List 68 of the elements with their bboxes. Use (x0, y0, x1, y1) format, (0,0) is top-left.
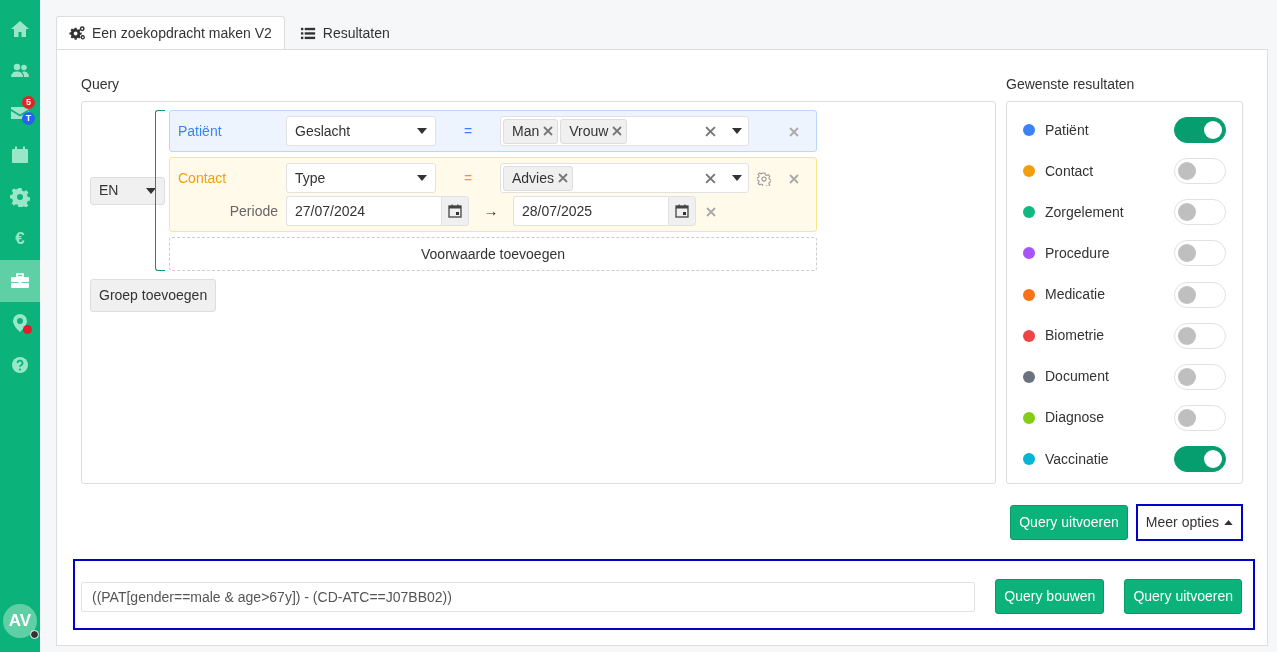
section-label: Gewenste resultaten (1006, 75, 1136, 94)
caret-down-icon (417, 128, 427, 134)
settings-icon[interactable] (757, 171, 771, 186)
date-field[interactable]: 27/07/2024 (286, 196, 441, 226)
caret-down-icon (732, 128, 742, 134)
result-label: Contact (1045, 161, 1095, 181)
close-icon[interactable] (789, 173, 799, 184)
value-multiselect[interactable]: Man Vrouw (500, 116, 749, 146)
add-group-button[interactable]: Groep toevoegen (90, 279, 217, 312)
gears-icon (69, 25, 86, 42)
tab[interactable]: Resultaten (286, 16, 403, 50)
list-icon (299, 25, 317, 42)
clear-icon[interactable] (705, 172, 716, 184)
caret-down-icon (417, 175, 427, 181)
caret-up-icon (1224, 520, 1233, 525)
calendar-icon (674, 203, 690, 219)
help-icon (10, 355, 30, 375)
status-dot (30, 630, 39, 639)
result-label: Biometrie (1045, 326, 1106, 346)
field-select[interactable]: Type (286, 163, 436, 193)
query-input[interactable]: ((PAT[gender==male & age>67y]) - (CD-ATC==J07BB02)) (81, 581, 976, 612)
sidebar-item[interactable]: 5 T (0, 92, 40, 134)
euro-icon: € (15, 226, 25, 252)
operator-select[interactable]: EN (90, 176, 165, 205)
add-condition-button[interactable]: Voorwaarde toevoegen (169, 237, 817, 271)
arrow-label: → (482, 200, 500, 221)
calendar-button[interactable] (441, 196, 469, 226)
calendar-icon (447, 203, 463, 219)
home-icon (10, 19, 30, 39)
toggle-switch[interactable] (1174, 117, 1226, 143)
close-icon[interactable] (789, 126, 799, 137)
sidebar-item[interactable] (0, 260, 40, 302)
value-tag: Vrouw (560, 118, 628, 144)
date-field[interactable]: 28/07/2025 (513, 196, 668, 226)
clear-icon[interactable] (705, 125, 716, 137)
result-label: Document (1045, 367, 1110, 387)
calendar-icon (10, 145, 30, 165)
notification-badge: 5 (22, 96, 35, 109)
result-label: Medicatie (1045, 285, 1106, 304)
value-tag: Man (503, 118, 559, 144)
operator-label: = (462, 121, 474, 141)
notification-badge: T (22, 112, 35, 125)
tab[interactable]: Een zoekopdracht maken V2 (56, 16, 285, 50)
value-tag: Advies (503, 165, 574, 191)
result-label: Procedure (1045, 243, 1111, 263)
caret-down-icon (732, 175, 742, 181)
section-label: Query (81, 75, 121, 94)
result-label: Zorgelement (1045, 202, 1125, 222)
result-label: Vaccinatie (1045, 449, 1110, 469)
operator-label: = (462, 168, 474, 188)
result-label: Diagnose (1045, 408, 1106, 428)
close-icon[interactable] (706, 206, 716, 217)
location-pin-icon (10, 313, 30, 333)
settings-icon (10, 187, 30, 207)
calendar-button[interactable] (668, 196, 696, 226)
caret-down-icon (146, 187, 156, 194)
field-select[interactable]: Geslacht (286, 116, 436, 146)
briefcase-icon (10, 271, 30, 291)
entity-label: Patiënt (178, 121, 223, 141)
remove-icon[interactable] (558, 173, 569, 183)
result-label: Patiënt (1045, 120, 1090, 140)
more-options-button[interactable]: Meer opties (1135, 504, 1243, 541)
remove-icon[interactable] (612, 126, 623, 136)
period-label: Periode (228, 201, 279, 221)
toggle-switch[interactable] (1174, 446, 1226, 472)
entity-label: Contact (178, 168, 228, 188)
value-multiselect[interactable]: Advies (500, 163, 749, 193)
remove-icon[interactable] (543, 126, 554, 136)
